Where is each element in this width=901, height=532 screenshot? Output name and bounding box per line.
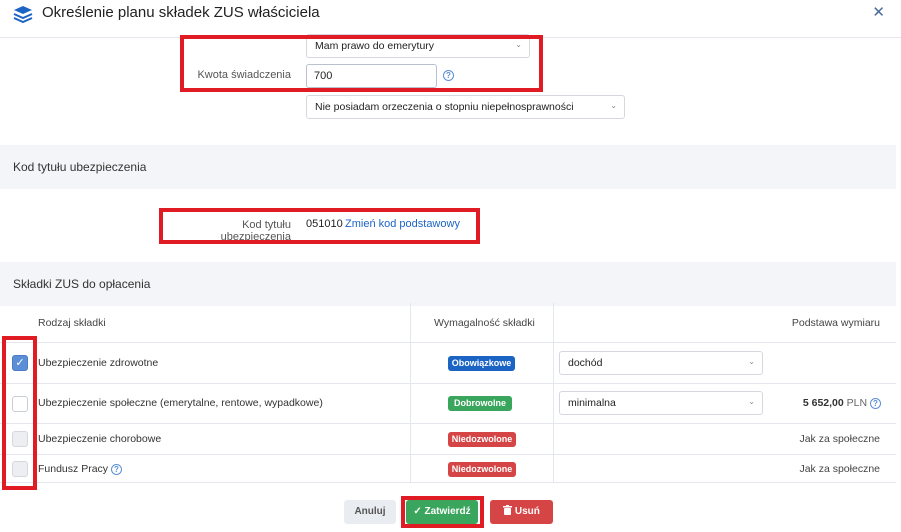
disability-status-value: Nie posiadam orzeczenia o stopniu niepeł… xyxy=(315,101,574,113)
base-type-value: minimalna xyxy=(568,397,616,409)
base-type-select[interactable]: dochód ⌄ xyxy=(559,351,763,375)
table-row: ✓ Ubezpieczenie zdrowotne Obowiązkowe do… xyxy=(0,343,896,384)
base-text: Jak za społeczne xyxy=(799,463,880,475)
trash-icon xyxy=(503,505,513,515)
section-title: Kod tytułu ubezpieczenia xyxy=(13,160,147,174)
base-currency: PLN xyxy=(846,397,868,409)
insurance-code-value: 051010 xyxy=(306,218,343,230)
chevron-down-icon: ⌄ xyxy=(610,101,617,110)
base-amount-value: 5 652,00 xyxy=(802,397,844,409)
dialog-title: Określenie planu składek ZUS właściciela xyxy=(42,4,320,21)
benefit-amount-input[interactable]: 700 xyxy=(306,64,437,88)
pension-status-select[interactable]: Mam prawo do emerytury ⌄ xyxy=(306,34,530,58)
pension-status-value: Mam prawo do emerytury xyxy=(315,40,435,52)
chevron-down-icon: ⌄ xyxy=(748,397,755,406)
row-name: Ubezpieczenie chorobowe xyxy=(38,433,162,445)
delete-label: Usuń xyxy=(514,506,540,517)
status-badge: Niedozwolone xyxy=(448,432,516,447)
status-badge: Niedozwolone xyxy=(448,462,516,477)
column-header-requirement: Wymagalność składki xyxy=(434,317,535,329)
confirm-button[interactable]: ✓ Zatwierdź xyxy=(406,500,478,524)
base-type-select[interactable]: minimalna ⌄ xyxy=(559,391,763,415)
delete-button[interactable]: Usuń xyxy=(490,500,553,524)
base-text: Jak za społeczne xyxy=(799,433,880,445)
help-icon[interactable]: ? xyxy=(110,464,122,475)
row-checkbox xyxy=(12,431,28,447)
section-contributions: Składki ZUS do opłacenia xyxy=(0,262,896,306)
chevron-down-icon: ⌄ xyxy=(748,357,755,366)
row-name: Fundusz Pracy ? xyxy=(38,463,122,475)
row-name: Ubezpieczenie zdrowotne xyxy=(38,357,159,369)
status-badge: Dobrowolne xyxy=(448,396,512,411)
column-header-base: Podstawa wymiaru xyxy=(791,317,880,329)
base-amount: 5 652,00 PLN ? xyxy=(803,397,881,409)
benefit-amount-label: Kwota świadczenia xyxy=(197,69,291,81)
row-checkbox xyxy=(12,461,28,477)
table-row: Fundusz Pracy ? Niedozwolone Jak za społ… xyxy=(0,455,896,483)
row-name-text: Fundusz Pracy xyxy=(38,463,109,475)
table-row: Ubezpieczenie społeczne (emerytalne, ren… xyxy=(0,384,896,424)
help-icon[interactable]: ? xyxy=(443,70,454,81)
confirm-label: Zatwierdź xyxy=(424,506,471,517)
insurance-code-label: Kod tytułu ubezpieczenia xyxy=(220,219,291,243)
section-title: Składki ZUS do opłacenia xyxy=(13,277,151,291)
table-header: Rodzaj składki Wymagalność składki Podst… xyxy=(0,303,896,343)
dialog-header: Określenie planu składek ZUS właściciela… xyxy=(0,0,901,38)
base-type-value: dochód xyxy=(568,357,603,369)
status-badge: Obowiązkowe xyxy=(448,356,515,371)
disability-status-select[interactable]: Nie posiadam orzeczenia o stopniu niepeł… xyxy=(306,95,625,119)
help-icon[interactable]: ? xyxy=(870,398,881,409)
change-code-link[interactable]: Zmień kod podstawowy xyxy=(345,218,460,230)
check-icon: ✓ xyxy=(413,506,422,517)
row-checkbox[interactable]: ✓ xyxy=(12,355,28,371)
cancel-button[interactable]: Anuluj xyxy=(344,500,396,524)
column-header-type: Rodzaj składki xyxy=(38,317,106,329)
table-row: Ubezpieczenie chorobowe Niedozwolone Jak… xyxy=(0,424,896,455)
row-checkbox[interactable] xyxy=(12,396,28,412)
close-icon[interactable]: ✕ xyxy=(872,3,885,21)
layers-icon xyxy=(13,6,33,23)
row-name: Ubezpieczenie społeczne (emerytalne, ren… xyxy=(38,397,323,409)
section-insurance-code: Kod tytułu ubezpieczenia xyxy=(0,145,896,189)
chevron-down-icon: ⌄ xyxy=(515,40,522,49)
